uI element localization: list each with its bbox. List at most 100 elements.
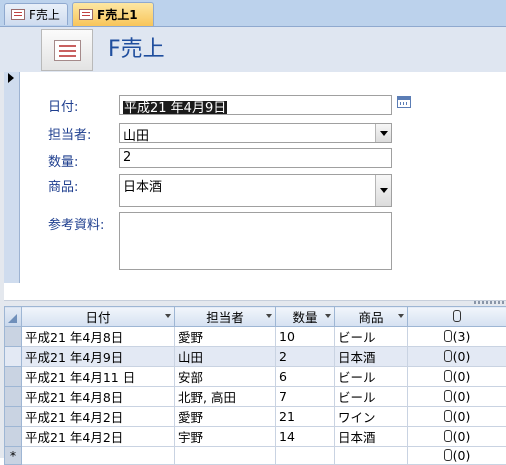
table-row[interactable]: 平成21 年4月11 日安部6ビール (0) xyxy=(5,367,506,387)
date-field[interactable]: 平成21 年4月9日 xyxy=(119,95,392,115)
paperclip-icon xyxy=(444,350,452,362)
cell-person[interactable]: 愛野 xyxy=(175,327,276,347)
row-selector[interactable] xyxy=(5,407,22,427)
cell-attachment[interactable]: (0) xyxy=(408,367,506,387)
new-record-row[interactable]: * (0) xyxy=(5,447,506,465)
column-header-attachment[interactable] xyxy=(408,307,506,327)
tab-f-uriage[interactable]: F売上 xyxy=(4,3,68,25)
product-dropdown-button[interactable] xyxy=(375,175,391,206)
cell-qty[interactable] xyxy=(276,447,335,465)
row-selector[interactable] xyxy=(5,327,22,347)
form-icon xyxy=(79,9,93,20)
cell-qty[interactable]: 14 xyxy=(276,427,335,447)
chevron-down-icon[interactable] xyxy=(165,314,171,318)
attachment-count: (3) xyxy=(453,329,471,344)
cell-qty[interactable]: 7 xyxy=(276,387,335,407)
cell-attachment[interactable]: (0) xyxy=(408,347,506,367)
cell-person[interactable] xyxy=(175,447,276,465)
chevron-down-icon[interactable] xyxy=(398,314,404,318)
cell-person[interactable]: 宇野 xyxy=(175,427,276,447)
product-combobox[interactable]: 日本酒 xyxy=(119,174,392,207)
cell-product[interactable] xyxy=(335,447,408,465)
attachment-count: (0) xyxy=(453,409,471,424)
column-header-label: 数量 xyxy=(292,310,317,325)
row-selector[interactable] xyxy=(5,427,22,447)
person-value: 山田 xyxy=(123,129,149,143)
date-value: 平成21 年4月9日 xyxy=(123,101,227,115)
cell-date[interactable]: 平成21 年4月11 日 xyxy=(22,367,175,387)
cell-qty[interactable]: 10 xyxy=(276,327,335,347)
table-row[interactable]: 平成21 年4月8日北野, 高田7ビール (0) xyxy=(5,387,506,407)
paperclip-icon xyxy=(444,370,452,382)
current-record-arrow-icon xyxy=(8,73,14,83)
row-selector[interactable] xyxy=(5,367,22,387)
table-row[interactable]: 平成21 年4月2日宇野14日本酒(0) xyxy=(5,427,506,447)
new-record-marker[interactable]: * xyxy=(5,447,22,465)
paperclip-icon xyxy=(453,310,461,322)
column-header-label: 日付 xyxy=(85,310,110,325)
datasheet: 日付 担当者 数量 商品 平成21 年4月8日愛野10ビール(3)平成21 年4… xyxy=(4,306,506,465)
cell-product[interactable]: ビール xyxy=(335,387,408,407)
cell-person[interactable]: 安部 xyxy=(175,367,276,387)
cell-qty[interactable]: 2 xyxy=(276,347,335,367)
chevron-down-icon[interactable] xyxy=(325,314,331,318)
table-row[interactable]: 平成21 年4月2日愛野21ワイン (0) xyxy=(5,407,506,427)
product-value: 日本酒 xyxy=(123,180,162,195)
person-label: 担当者: xyxy=(48,124,91,143)
chevron-down-icon xyxy=(380,131,388,136)
cell-date[interactable]: 平成21 年4月8日 xyxy=(22,387,175,407)
column-header-person[interactable]: 担当者 xyxy=(175,307,276,327)
cell-product[interactable]: ビール xyxy=(335,327,408,347)
cell-qty[interactable]: 6 xyxy=(276,367,335,387)
cell-date[interactable]: 平成21 年4月2日 xyxy=(22,427,175,447)
cell-attachment[interactable]: (0) xyxy=(408,407,506,427)
chevron-down-icon[interactable] xyxy=(266,314,272,318)
person-dropdown-button[interactable] xyxy=(375,124,391,142)
cell-qty[interactable]: 21 xyxy=(276,407,335,427)
attachment-count: (0) xyxy=(453,369,471,384)
reference-attachment-field[interactable] xyxy=(119,212,392,270)
cell-person[interactable]: 山田 xyxy=(175,347,276,367)
cell-product[interactable]: 日本酒 xyxy=(335,427,408,447)
cell-product[interactable]: ビール xyxy=(335,367,408,387)
product-label: 商品: xyxy=(48,176,78,195)
person-combobox[interactable]: 山田 xyxy=(119,123,392,143)
cell-attachment[interactable]: (0) xyxy=(408,427,506,447)
qty-label: 数量: xyxy=(48,151,78,170)
record-selector[interactable] xyxy=(4,72,20,283)
form-icon xyxy=(11,9,25,20)
column-header-qty[interactable]: 数量 xyxy=(276,307,335,327)
form-icon xyxy=(41,29,93,71)
splitter-grip-icon[interactable] xyxy=(474,301,504,304)
column-header-product[interactable]: 商品 xyxy=(335,307,408,327)
select-all-corner[interactable] xyxy=(5,307,22,327)
table-row[interactable]: 平成21 年4月8日愛野10ビール (3) xyxy=(5,327,506,347)
paperclip-icon xyxy=(444,410,452,422)
tab-f-uriage1[interactable]: F売上1 xyxy=(72,2,154,26)
cell-attachment[interactable]: (0) xyxy=(408,387,506,407)
cell-date[interactable] xyxy=(22,447,175,465)
cell-person[interactable]: 北野, 高田 xyxy=(175,387,276,407)
date-label: 日付: xyxy=(48,96,78,115)
calendar-icon[interactable] xyxy=(397,96,411,108)
cell-attachment[interactable]: (3) xyxy=(408,327,506,347)
attachment-count: (0) xyxy=(453,349,471,364)
column-header-date[interactable]: 日付 xyxy=(22,307,175,327)
paperclip-icon xyxy=(444,330,452,342)
document-tab-bar: F売上 F売上1 xyxy=(0,0,506,27)
row-selector[interactable] xyxy=(5,387,22,407)
chevron-down-icon xyxy=(380,188,388,193)
cell-product[interactable]: 日本酒 xyxy=(335,347,408,367)
cell-date[interactable]: 平成21 年4月2日 xyxy=(22,407,175,427)
qty-value: 2 xyxy=(123,150,131,165)
table-row[interactable]: 平成21 年4月9日山田2日本酒 (0) xyxy=(5,347,506,367)
cell-person[interactable]: 愛野 xyxy=(175,407,276,427)
qty-field[interactable]: 2 xyxy=(119,148,392,168)
cell-date[interactable]: 平成21 年4月8日 xyxy=(22,327,175,347)
attachment-count: (0) xyxy=(453,389,471,404)
cell-product[interactable]: ワイン xyxy=(335,407,408,427)
row-selector[interactable] xyxy=(5,347,22,367)
cell-date[interactable]: 平成21 年4月9日 xyxy=(22,347,175,367)
cell-attachment[interactable]: (0) xyxy=(408,447,506,465)
tab-label: F売上 xyxy=(29,6,60,23)
